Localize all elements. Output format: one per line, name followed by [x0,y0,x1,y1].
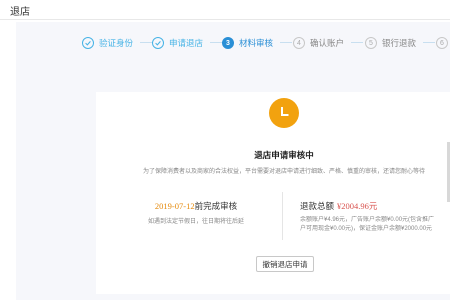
refund-breakdown-line: 余额账户¥4.96元，广告账户余额¥0.00元(包含推广 [300,217,435,223]
step-connector [140,42,152,43]
refund-total-label: 退款总额 [300,201,335,211]
deadline-suffix: 前完成审核 [194,201,238,211]
main-content: 验证身份 申请退店 3 材料审核 4 确认账户 5 银行退款 6 退店申请审核中… [16,22,450,300]
section-divider [282,192,283,240]
step-material-review: 3 材料审核 [222,35,273,51]
step-label: 确认账户 [310,38,345,48]
step-number: 5 [365,37,377,49]
review-status-title: 退店申请审核中 [254,150,314,160]
step-apply-closure: 申请退店 [152,35,203,51]
page-title: 退店 [10,7,30,18]
step-connector [280,42,292,43]
step-verify-identity: 验证身份 [82,35,133,51]
deadline-date: 2019-07-12 [154,201,195,211]
step-number: 6 [436,37,448,49]
step-number: 3 [222,37,234,49]
step-connector [351,42,363,43]
refund-amount: ¥2004.96元 [337,201,378,211]
step-label: 银行退款 [382,38,417,48]
check-icon [152,37,164,49]
holiday-note: 如遇到法定节假日，往日期将往后延 [147,219,244,225]
refund-breakdown: 余额账户¥4.96元，广告账户余额¥0.00元(包含推广 户可用现金¥0.00元… [300,216,450,234]
page-header: 退店 [0,0,450,20]
step-confirm-account: 4 确认账户 [293,35,344,51]
deadline-text: 2019-07-12前完成审核 [96,200,296,212]
refund-total: 退款总额 ¥2004.96元 [300,200,377,212]
step-connector [423,42,435,43]
review-status-card: 退店申请审核中 为了保障消费者以及商家的合法权益，平台需要对退店申请进行细致、严… [96,92,450,294]
refund-section: 退款总额 ¥2004.96元 余额账户¥4.96元，广告账户余额¥0.00元(包含… [290,192,450,242]
deadline-section: 2019-07-12前完成审核 如遇到法定节假日，往日期将往后延 [96,192,296,242]
step-label: 申请退店 [169,38,204,48]
progress-stepper: 验证身份 申请退店 3 材料审核 4 确认账户 5 银行退款 6 [16,32,450,56]
review-description: 为了保障消费者以及商家的合法权益，平台需要对退店申请进行细致、严格、慎重的审核，… [142,169,425,175]
step-label: 材料审核 [239,38,274,48]
step-label: 验证身份 [99,38,134,48]
clock-icon [269,98,299,128]
step-number: 4 [293,37,305,49]
cancel-closure-button[interactable]: 撤销退店申请 [256,256,314,272]
step-connector [210,42,222,43]
refund-breakdown-line: 户可用现金¥0.00元)，保证金账户余额¥2000.00元 [300,226,433,232]
step-bank-refund: 5 银行退款 [365,35,416,51]
check-icon [82,37,94,49]
step-six: 6 [436,35,450,51]
